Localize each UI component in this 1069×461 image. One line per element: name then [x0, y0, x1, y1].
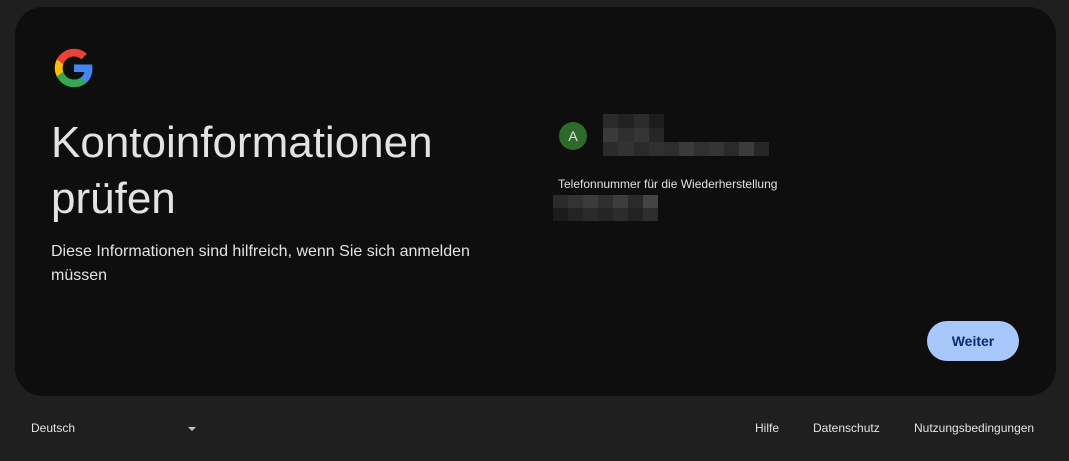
help-link[interactable]: Hilfe — [755, 421, 779, 435]
account-chip: A — [559, 114, 785, 166]
google-logo-icon — [54, 48, 93, 88]
privacy-link[interactable]: Datenschutz — [813, 421, 880, 435]
terms-link[interactable]: Nutzungsbedingungen — [914, 421, 1034, 435]
redacted-recovery-phone — [553, 195, 658, 221]
chevron-down-icon[interactable] — [188, 427, 196, 431]
redacted-account-info — [603, 114, 769, 156]
page-title: Kontoinformationen prüfen — [51, 118, 433, 223]
footer: Deutsch Hilfe Datenschutz Nutzungsbeding… — [0, 396, 1069, 461]
avatar: A — [559, 122, 587, 150]
continue-button[interactable]: Weiter — [927, 321, 1019, 361]
page: Kontoinformationen prüfen Diese Informat… — [0, 0, 1069, 461]
account-review-card: Kontoinformationen prüfen Diese Informat… — [15, 7, 1056, 396]
language-select[interactable]: Deutsch — [31, 421, 75, 435]
recovery-phone-label: Telefonnummer für die Wiederherstellung — [558, 177, 778, 191]
page-subtitle: Diese Informationen sind hilfreich, wenn… — [51, 243, 470, 284]
